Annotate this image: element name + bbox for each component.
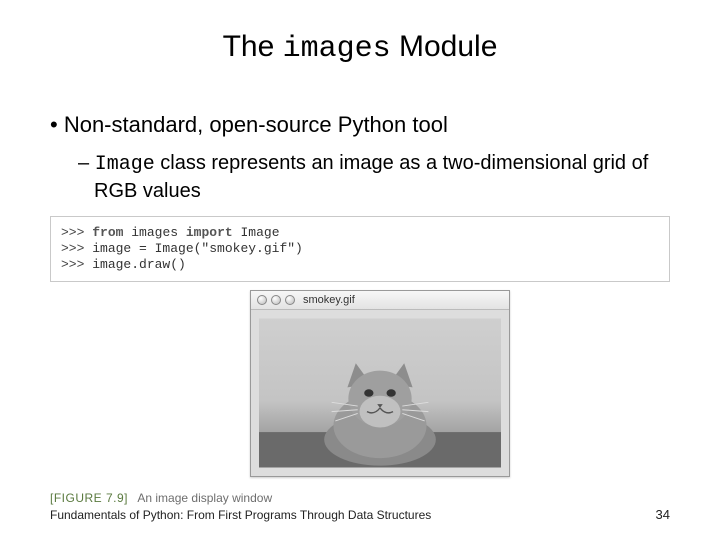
cat-image <box>259 318 501 468</box>
image-canvas <box>251 310 509 476</box>
subbullet-list: Image class represents an image as a two… <box>78 150 670 204</box>
body: Non-standard, open-source Python tool Im… <box>0 110 720 477</box>
code-line-1-kw1: from <box>92 225 123 240</box>
footer-text: Fundamentals of Python: From First Progr… <box>50 508 431 522</box>
figure-label: [FIGURE 7.9] An image display window <box>50 491 720 505</box>
subbullet-1: Image class represents an image as a two… <box>78 150 670 204</box>
window-title: smokey.gif <box>303 294 355 306</box>
title-text-1: The <box>223 30 283 63</box>
traffic-light-zoom-icon[interactable] <box>285 295 295 305</box>
figure-caption: An image display window <box>137 491 272 505</box>
subbullet-1-text: class represents an image as a two-dimen… <box>94 152 648 202</box>
page-number: 34 <box>656 507 670 522</box>
code-line-1-a: images <box>131 225 178 240</box>
title-text-2: Module <box>399 30 497 63</box>
code-block: >>> from images import Image >>> image =… <box>50 216 670 283</box>
image-window: smokey.gif <box>250 290 510 477</box>
subbullet-1-mono: Image <box>95 153 155 176</box>
traffic-light-close-icon[interactable] <box>257 295 267 305</box>
bullet-list: Non-standard, open-source Python tool Im… <box>50 110 670 204</box>
title-mono: images <box>283 32 391 66</box>
traffic-light-minimize-icon[interactable] <box>271 295 281 305</box>
window-titlebar: smokey.gif <box>251 291 509 310</box>
code-line-2: image = Image("smokey.gif") <box>92 241 303 256</box>
code-line-3: image.draw() <box>92 257 186 272</box>
slide: The images Module Non-standard, open-sou… <box>0 0 720 540</box>
bullet-1-text: Non-standard, open-source Python tool <box>64 112 448 137</box>
bullet-1: Non-standard, open-source Python tool Im… <box>50 110 670 204</box>
page-title: The images Module <box>0 30 720 66</box>
code-line-1-b: Image <box>241 225 280 240</box>
figure-tag: [FIGURE 7.9] <box>50 491 128 505</box>
code-line-1-kw2: import <box>186 225 233 240</box>
